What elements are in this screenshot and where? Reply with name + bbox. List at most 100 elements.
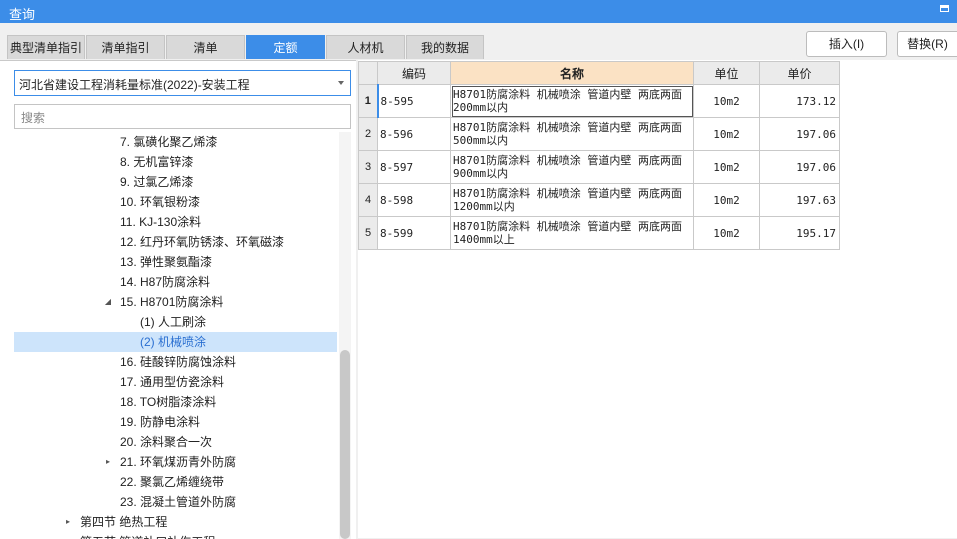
expand-arrow-icon[interactable]: ▸ <box>103 452 113 472</box>
maximize-icon[interactable] <box>940 5 949 12</box>
chapter-tree: 7. 氯磺化聚乙烯漆 8. 无机富锌漆 9. 过氯乙烯漆 10. 环氧银粉漆 11. K… <box>14 132 337 539</box>
tree-node-label: 21. 环氧煤沥青外防腐 <box>120 455 237 469</box>
corner-cell <box>358 61 378 85</box>
price-cell[interactable]: 195.17 <box>759 216 840 250</box>
unit-cell[interactable]: 10m2 <box>693 117 760 151</box>
scrollbar-thumb[interactable] <box>340 350 350 539</box>
row-number[interactable]: 5 <box>358 216 378 250</box>
insert-button[interactable]: 插入(I) <box>806 31 887 57</box>
tree-node-label: (2) 机械喷涂 <box>140 335 207 349</box>
tree-node-label: 23. 混凝土管道外防腐 <box>120 495 237 509</box>
col-header-name[interactable]: 名称 <box>450 61 694 85</box>
row-number[interactable]: 3 <box>358 150 378 184</box>
tree-node[interactable]: 9. 过氯乙烯漆 <box>14 172 337 192</box>
tab-labor-material-machine[interactable]: 人材机 <box>326 35 405 59</box>
search-input[interactable] <box>19 106 343 129</box>
tree-node-label: 12. 红丹环氧防锈漆、环氧磁漆 <box>120 235 285 249</box>
tree-node-label: 16. 硅酸锌防腐蚀涂料 <box>120 355 237 369</box>
tree-node[interactable]: 16. 硅酸锌防腐蚀涂料 <box>14 352 337 372</box>
tree-node[interactable]: 10. 环氧银粉漆 <box>14 192 337 212</box>
tree-node[interactable]: 20. 涂料聚合一次 <box>14 432 337 452</box>
tree-node-label: 15. H8701防腐涂料 <box>120 295 224 309</box>
price-cell[interactable]: 197.63 <box>759 183 840 217</box>
tree-node[interactable]: 18. TO树脂漆涂料 <box>14 392 337 412</box>
tree-node[interactable]: 22. 聚氯乙烯缠绕带 <box>14 472 337 492</box>
tab-my-data[interactable]: 我的数据 <box>406 35 484 59</box>
title-bar: 查询 <box>0 0 957 23</box>
tree-node[interactable]: 12. 红丹环氧防锈漆、环氧磁漆 <box>14 232 337 252</box>
search-box[interactable] <box>14 104 351 129</box>
code-cell[interactable]: 8-599 <box>377 216 451 250</box>
expand-arrow-icon[interactable]: ▸ <box>63 512 73 532</box>
name-cell[interactable]: H8701防腐涂料 机械喷涂 管道内壁 两底两面 500mm以内 <box>450 117 694 151</box>
name-cell[interactable]: H8701防腐涂料 机械喷涂 管道内壁 两底两面 1400mm以上 <box>450 216 694 250</box>
tree-node[interactable]: ▸ 21. 环氧煤沥青外防腐 <box>14 452 337 472</box>
tree-node-label: 8. 无机富锌漆 <box>120 155 194 169</box>
code-cell[interactable]: 8-597 <box>377 150 451 184</box>
unit-cell[interactable]: 10m2 <box>693 84 760 118</box>
table-row[interactable]: 2 8-596 H8701防腐涂料 机械喷涂 管道内壁 两底两面 500mm以内 10… <box>358 117 840 151</box>
tree-node-label: 17. 通用型仿瓷涂料 <box>120 375 225 389</box>
tree-scrollbar[interactable] <box>339 132 351 539</box>
tree-node[interactable]: 17. 通用型仿瓷涂料 <box>14 372 337 392</box>
price-cell[interactable]: 173.12 <box>759 84 840 118</box>
tree-node[interactable]: 23. 混凝土管道外防腐 <box>14 492 337 512</box>
table-header-row: 编码 名称 单位 单价 <box>358 61 840 85</box>
code-cell[interactable]: 8-598 <box>377 183 451 217</box>
tree-node-label: 13. 弹性聚氨酯漆 <box>120 255 213 269</box>
row-number[interactable]: 1 <box>358 84 378 118</box>
quota-table: 编码 名称 单位 单价 1 8-595 H8701防腐涂料 机械喷涂 管道内壁 两底… <box>358 61 840 250</box>
table-row[interactable]: 4 8-598 H8701防腐涂料 机械喷涂 管道内壁 两底两面 1200mm以内 1… <box>358 183 840 217</box>
name-cell[interactable]: H8701防腐涂料 机械喷涂 管道内壁 两底两面 1200mm以内 <box>450 183 694 217</box>
col-header-code[interactable]: 编码 <box>377 61 451 85</box>
tree-node-label: 22. 聚氯乙烯缠绕带 <box>120 475 225 489</box>
tab-quota[interactable]: 定额 <box>246 35 325 59</box>
replace-button[interactable]: 替换(R) <box>897 31 957 57</box>
price-cell[interactable]: 197.06 <box>759 150 840 184</box>
tab-typical-bill-guide[interactable]: 典型清单指引 <box>7 35 85 59</box>
unit-cell[interactable]: 10m2 <box>693 150 760 184</box>
tree-node[interactable]: 13. 弹性聚氨酯漆 <box>14 252 337 272</box>
tree-node[interactable]: 14. H87防腐涂料 <box>14 272 337 292</box>
tree-node[interactable]: ◢ 15. H8701防腐涂料 <box>14 292 337 312</box>
col-header-price[interactable]: 单价 <box>759 61 840 85</box>
left-panel: 河北省建设工程消耗量标准(2022)-安装工程 7. 氯磺化聚乙烯漆 8. 无机富… <box>0 60 356 539</box>
tree-node[interactable]: 8. 无机富锌漆 <box>14 152 337 172</box>
tree-node-label: 14. H87防腐涂料 <box>120 275 211 289</box>
tree-node-label: 19. 防静电涂料 <box>120 415 201 429</box>
tree-node[interactable]: 11. KJ-130涂料 <box>14 212 337 232</box>
tab-bill-guide[interactable]: 清单指引 <box>86 35 165 59</box>
tree-node-label: 18. TO树脂漆涂料 <box>120 395 217 409</box>
col-header-unit[interactable]: 单位 <box>693 61 760 85</box>
tree-node-label: (1) 人工刷涂 <box>140 315 207 329</box>
name-cell[interactable]: H8701防腐涂料 机械喷涂 管道内壁 两底两面 900mm以内 <box>450 150 694 184</box>
tree-node-label: 20. 涂料聚合一次 <box>120 435 213 449</box>
price-cell[interactable]: 197.06 <box>759 117 840 151</box>
unit-cell[interactable]: 10m2 <box>693 216 760 250</box>
tree-node[interactable]: (2) 机械喷涂 <box>14 332 337 352</box>
row-number[interactable]: 4 <box>358 183 378 217</box>
unit-cell[interactable]: 10m2 <box>693 183 760 217</box>
name-cell[interactable]: H8701防腐涂料 机械喷涂 管道内壁 两底两面 200mm以内 <box>450 84 694 118</box>
tree-node-label: 10. 环氧银粉漆 <box>120 195 201 209</box>
code-cell[interactable]: 8-596 <box>377 117 451 151</box>
tree-node[interactable]: (1) 人工刷涂 <box>14 312 337 332</box>
tab-bill[interactable]: 清单 <box>166 35 245 59</box>
chevron-down-icon[interactable] <box>338 81 344 85</box>
row-number[interactable]: 2 <box>358 117 378 151</box>
tree-node-label: 第四节 绝热工程 <box>80 515 168 529</box>
tree-node-label: 7. 氯磺化聚乙烯漆 <box>120 135 218 149</box>
standard-select-value: 河北省建设工程消耗量标准(2022)-安装工程 <box>19 78 250 92</box>
table-row[interactable]: 1 8-595 H8701防腐涂料 机械喷涂 管道内壁 两底两面 200mm以内 10… <box>358 84 840 118</box>
tree-node[interactable]: 7. 氯磺化聚乙烯漆 <box>14 132 337 152</box>
tree-node[interactable]: 19. 防静电涂料 <box>14 412 337 432</box>
tree-node-label: 9. 过氯乙烯漆 <box>120 175 194 189</box>
table-row[interactable]: 3 8-597 H8701防腐涂料 机械喷涂 管道内壁 两底两面 900mm以内 10… <box>358 150 840 184</box>
code-cell[interactable]: 8-595 <box>376 84 451 118</box>
tree-node[interactable]: ▸ 第四节 绝热工程 <box>14 512 337 532</box>
window-title: 查询 <box>9 7 36 22</box>
collapse-arrow-icon[interactable]: ◢ <box>103 292 113 312</box>
standard-select[interactable]: 河北省建设工程消耗量标准(2022)-安装工程 <box>14 70 351 96</box>
quota-table-panel: 编码 名称 单位 单价 1 8-595 H8701防腐涂料 机械喷涂 管道内壁 两底… <box>358 60 957 538</box>
table-row[interactable]: 5 8-599 H8701防腐涂料 机械喷涂 管道内壁 两底两面 1400mm以上 1… <box>358 216 840 250</box>
